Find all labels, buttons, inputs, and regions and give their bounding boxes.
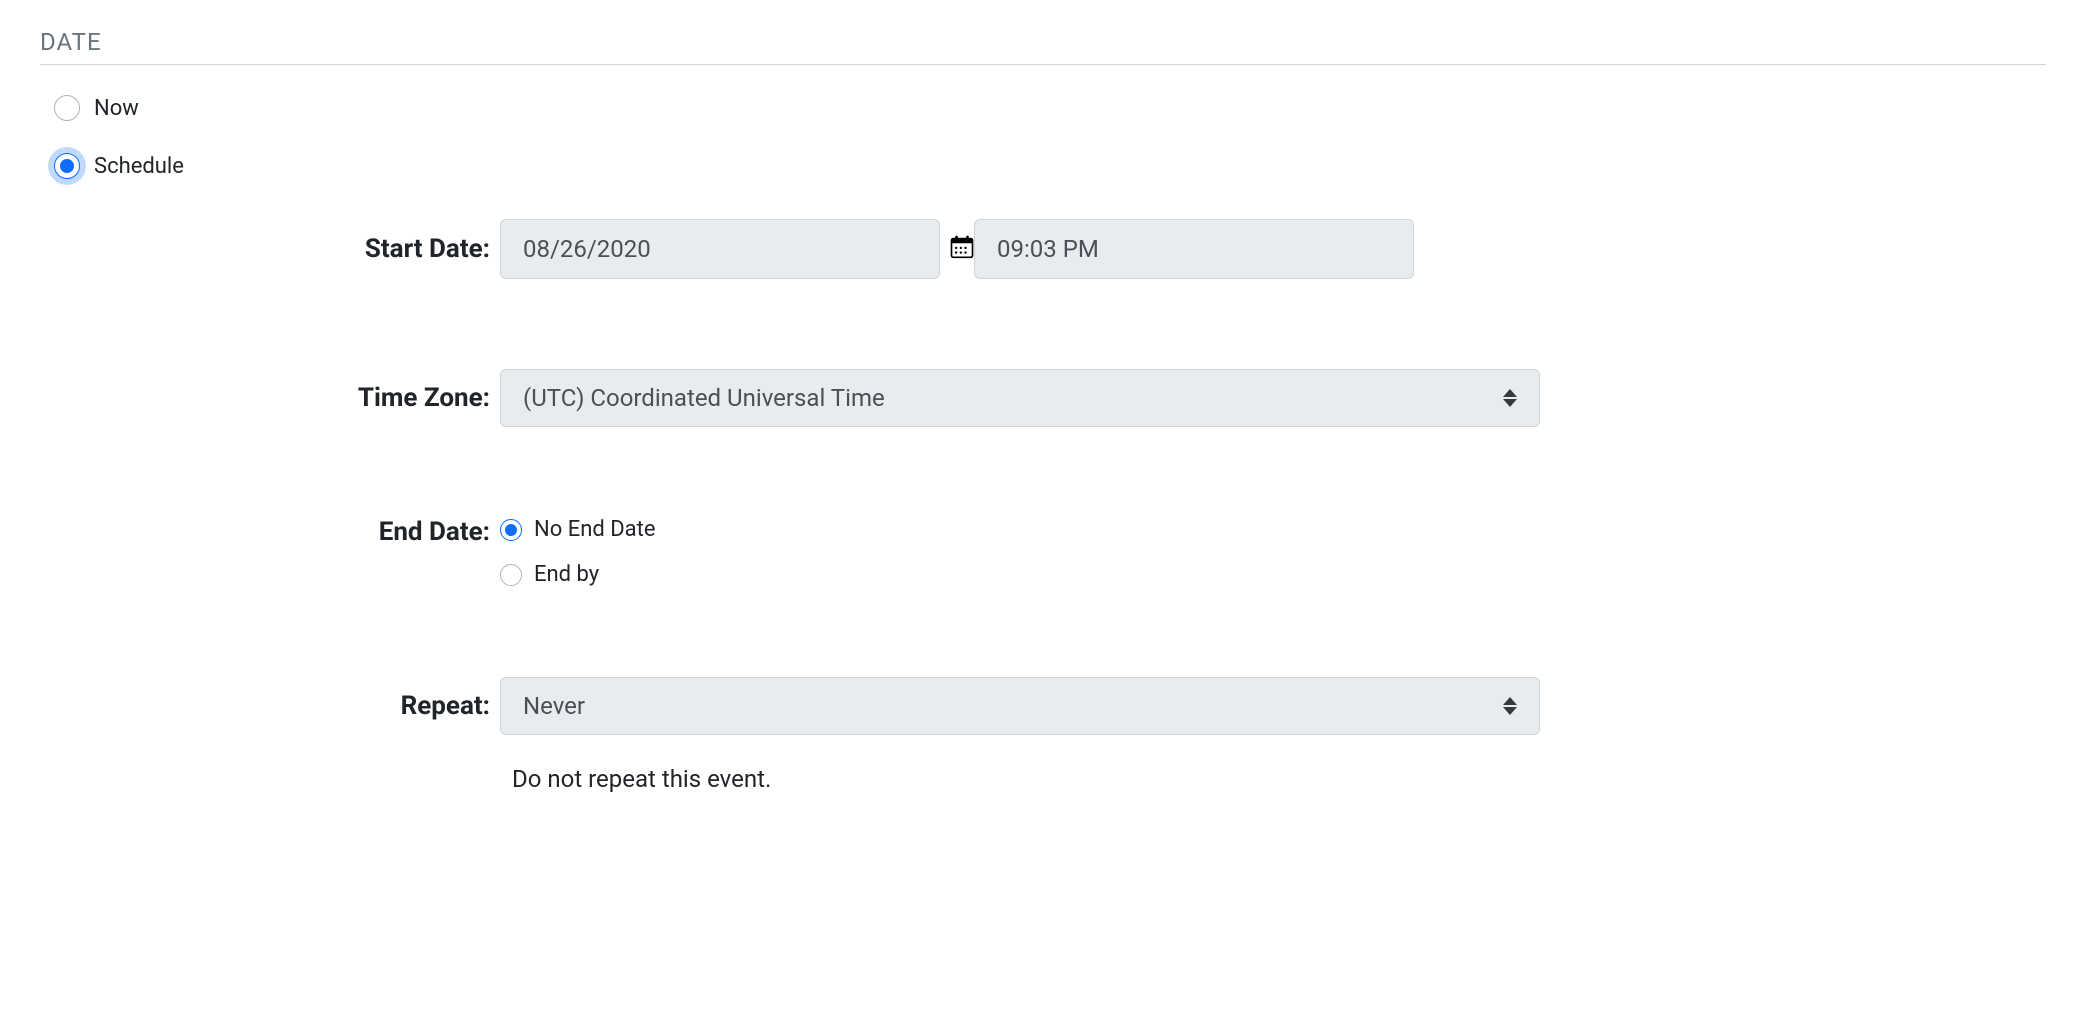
section-divider [40, 64, 2046, 65]
radio-dot-icon [60, 159, 74, 173]
timezone-select[interactable]: (UTC) Coordinated Universal Time [500, 369, 1540, 427]
radio-schedule[interactable] [54, 153, 80, 179]
radio-schedule-label: Schedule [94, 154, 184, 179]
end-date-no-end-row[interactable]: No End Date [500, 517, 655, 542]
start-date-controls [500, 219, 1414, 279]
select-caret-icon [1503, 697, 1517, 715]
repeat-value: Never [523, 692, 585, 720]
date-section: DATE Now Schedule Start Date: [0, 0, 2086, 861]
repeat-row: Repeat: Never [50, 677, 2046, 735]
radio-now-label: Now [94, 96, 139, 121]
timezone-row: Time Zone: (UTC) Coordinated Universal T… [50, 369, 2046, 427]
repeat-description: Do not repeat this event. [512, 765, 2046, 793]
radio-end-by[interactable] [500, 564, 522, 586]
end-date-end-by-row[interactable]: End by [500, 562, 655, 587]
end-date-label: End Date: [50, 517, 500, 547]
repeat-label: Repeat: [50, 691, 500, 721]
section-title: DATE [40, 28, 2046, 56]
start-date-row: Start Date: [50, 219, 2046, 279]
timezone-label: Time Zone: [50, 383, 500, 413]
no-end-date-label: No End Date [534, 517, 655, 542]
schedule-form: Start Date: [50, 219, 2046, 793]
end-date-row: End Date: No End Date End by [50, 517, 2046, 587]
end-by-label: End by [534, 562, 599, 587]
date-mode-now-row[interactable]: Now [54, 95, 2046, 121]
start-date-label: Start Date: [50, 234, 500, 264]
repeat-select[interactable]: Never [500, 677, 1540, 735]
calendar-icon[interactable] [948, 233, 976, 261]
timezone-value: (UTC) Coordinated Universal Time [523, 384, 885, 412]
radio-dot-icon [505, 524, 517, 536]
end-date-options: No End Date End by [500, 517, 655, 587]
start-date-input[interactable] [500, 219, 940, 279]
select-caret-icon [1503, 389, 1517, 407]
date-mode-schedule-row[interactable]: Schedule [54, 153, 2046, 179]
radio-no-end-date[interactable] [500, 519, 522, 541]
radio-now[interactable] [54, 95, 80, 121]
start-time-input[interactable] [974, 219, 1414, 279]
